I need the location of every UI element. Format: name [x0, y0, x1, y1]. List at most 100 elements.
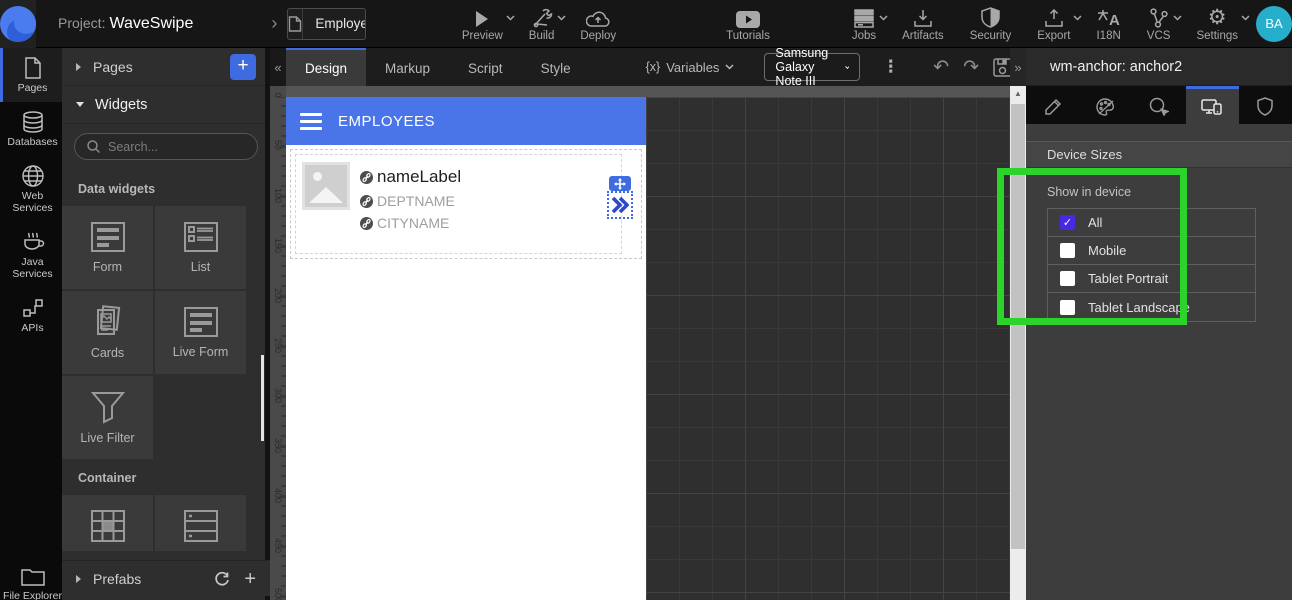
- widgets-section-header[interactable]: Widgets: [62, 86, 270, 124]
- canvas-grid: [646, 97, 1010, 600]
- expanded-arrow-icon: [76, 102, 84, 107]
- add-page-button[interactable]: +: [230, 54, 256, 80]
- device-selector[interactable]: Samsung Galaxy Note III: [764, 53, 860, 81]
- checkbox-all[interactable]: ✓: [1060, 215, 1075, 230]
- refresh-icon[interactable]: [214, 571, 230, 587]
- variables-button[interactable]: {x} Variables: [646, 48, 735, 86]
- device-option-row[interactable]: ✓ Tablet Portrait: [1048, 265, 1255, 293]
- cloud-upload-icon: [586, 6, 610, 28]
- build-button[interactable]: Build: [529, 6, 555, 42]
- export-button[interactable]: Export: [1037, 6, 1070, 42]
- checkbox-tablet-portrait[interactable]: ✓: [1060, 271, 1075, 286]
- chevron-down-icon[interactable]: [1073, 15, 1082, 21]
- preview-button[interactable]: Preview: [462, 6, 503, 42]
- topbar: Project:WaveSwipe › Employees Preview Bu…: [0, 0, 1292, 48]
- widget-tile-form[interactable]: Form: [62, 206, 153, 289]
- widget-tile-grid-layout[interactable]: Grid Layout: [62, 495, 153, 551]
- scroll-up-arrow[interactable]: ▲: [1010, 89, 1026, 98]
- tab-device-sizes[interactable]: [1186, 86, 1239, 124]
- widget-tile-live-form[interactable]: Live Form: [155, 291, 246, 374]
- tutorials-button[interactable]: Tutorials: [726, 6, 770, 42]
- user-avatar[interactable]: BA: [1256, 6, 1292, 42]
- more-options-button[interactable]: ⋮: [882, 57, 899, 77]
- redo-button[interactable]: ↷: [963, 56, 979, 79]
- chevron-down-icon[interactable]: [879, 15, 888, 21]
- live-form-icon: [183, 306, 219, 338]
- pages-section-header[interactable]: Pages +: [62, 48, 270, 86]
- city-label-widget[interactable]: CITYNAME: [360, 215, 461, 231]
- checkbox-mobile[interactable]: ✓: [1060, 243, 1075, 258]
- canvas-vertical-scrollbar[interactable]: ▲: [1010, 86, 1026, 600]
- collapse-panel-button[interactable]: «: [270, 48, 286, 86]
- page-tab-employees[interactable]: Employees: [287, 8, 366, 40]
- search-input[interactable]: [108, 140, 245, 154]
- tab-properties[interactable]: [1026, 86, 1079, 124]
- tab-styles[interactable]: [1079, 86, 1132, 124]
- svg-text:A: A: [1109, 12, 1120, 28]
- devices-icon: [1201, 98, 1223, 115]
- hamburger-menu-icon[interactable]: [300, 113, 322, 130]
- tab-markup[interactable]: Markup: [366, 48, 449, 86]
- scrollbar-thumb[interactable]: [1011, 104, 1025, 549]
- chevron-down-icon[interactable]: [557, 15, 566, 21]
- image-placeholder[interactable]: [302, 162, 350, 210]
- i18n-button[interactable]: A I18N: [1096, 6, 1120, 42]
- security-button[interactable]: Security: [970, 6, 1012, 42]
- vertical-ruler: 050100150200250300350400450500: [270, 86, 286, 600]
- widget-search[interactable]: [74, 133, 258, 160]
- tab-style[interactable]: Style: [522, 48, 590, 86]
- rail-item-apis[interactable]: APIs: [0, 288, 62, 342]
- checkbox-tablet-landscape[interactable]: ✓: [1060, 300, 1075, 315]
- chevron-down-icon[interactable]: [1173, 15, 1182, 21]
- deploy-button[interactable]: Deploy: [580, 6, 616, 42]
- tab-security[interactable]: [1239, 86, 1292, 124]
- bind-link-icon: [360, 195, 373, 208]
- widget-tile-cards[interactable]: Cards: [62, 291, 153, 374]
- add-prefab-button[interactable]: +: [244, 569, 256, 589]
- tab-design[interactable]: Design: [286, 48, 366, 86]
- rail-item-java-services[interactable]: Java Services: [0, 222, 62, 288]
- undo-button[interactable]: ↶: [933, 56, 949, 79]
- device-option-row[interactable]: ✓ Mobile: [1048, 237, 1255, 265]
- widget-tile-live-filter[interactable]: Live Filter: [62, 376, 153, 459]
- palette-scrollbar[interactable]: [261, 355, 264, 441]
- design-canvas[interactable]: EMPLOYEES nameLabel DEPTNAME: [286, 86, 1010, 600]
- chevron-down-icon[interactable]: [506, 15, 515, 21]
- rail-item-file-explorer[interactable]: File Explorer: [0, 558, 62, 600]
- anchor-chevron-widget[interactable]: [607, 191, 633, 219]
- tab-script[interactable]: Script: [449, 48, 522, 86]
- move-icon: [614, 178, 626, 190]
- widgets-palette: Pages + Widgets Data widgets Form List: [62, 48, 270, 600]
- pages-icon: [23, 57, 43, 79]
- rail-item-web-services[interactable]: Web Services: [0, 156, 62, 222]
- name-label-widget[interactable]: nameLabel: [360, 167, 461, 187]
- list-widget[interactable]: nameLabel DEPTNAME CITYNAME: [290, 149, 642, 259]
- app-logo[interactable]: [0, 0, 36, 48]
- mobile-navbar[interactable]: EMPLOYEES: [286, 97, 646, 145]
- device-option-row[interactable]: ✓ All: [1048, 209, 1255, 237]
- settings-button[interactable]: ⚙ Settings: [1196, 6, 1238, 42]
- widget-tile-list[interactable]: List: [155, 206, 246, 289]
- play-icon: [474, 6, 490, 28]
- device-option-row[interactable]: ✓ Tablet Landscape: [1048, 293, 1255, 321]
- form-icon: [90, 221, 126, 253]
- dept-label-widget[interactable]: DEPTNAME: [360, 193, 461, 209]
- expand-panel-button[interactable]: »: [1010, 48, 1026, 86]
- device-preview[interactable]: EMPLOYEES nameLabel DEPTNAME: [286, 97, 646, 600]
- tab-events[interactable]: [1132, 86, 1185, 124]
- widget-tile-accordion[interactable]: Accordion: [155, 495, 246, 551]
- project-breadcrumb: Project:WaveSwipe: [58, 15, 193, 33]
- jobs-button[interactable]: Jobs: [852, 6, 876, 42]
- chevron-down-icon[interactable]: [1241, 15, 1250, 21]
- api-nodes-icon: [22, 297, 44, 319]
- horizontal-scrollbar[interactable]: [286, 86, 1010, 97]
- variables-icon: {x}: [646, 60, 661, 74]
- rail-item-databases[interactable]: Databases: [0, 102, 62, 156]
- page-tab-label: Employees: [303, 16, 366, 31]
- move-handle[interactable]: [609, 176, 631, 191]
- list-item-template[interactable]: nameLabel DEPTNAME CITYNAME: [295, 154, 622, 254]
- vcs-button[interactable]: VCS: [1147, 6, 1171, 42]
- rail-item-pages[interactable]: Pages: [0, 48, 62, 102]
- artifacts-button[interactable]: Artifacts: [902, 6, 944, 42]
- prefabs-section-header[interactable]: Prefabs +: [62, 560, 270, 596]
